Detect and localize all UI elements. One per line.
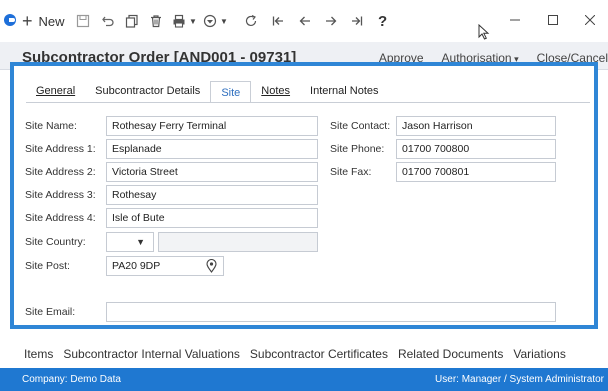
printer-icon <box>173 14 185 28</box>
nav-related-documents[interactable]: Related Documents <box>398 347 503 361</box>
nav-variations[interactable]: Variations <box>513 347 565 361</box>
chevron-down-icon: ▼ <box>220 16 228 26</box>
site-fax-label: Site Fax: <box>330 166 372 178</box>
new-button-label: New <box>38 13 65 29</box>
tab-internal-notes[interactable]: Internal Notes <box>300 80 388 102</box>
tab-divider <box>26 102 590 103</box>
tab-strip: General Subcontractor Details Site Notes… <box>26 80 389 103</box>
plus-icon: + <box>22 11 33 31</box>
tab-general-label: General <box>36 85 76 97</box>
site-address-3-field[interactable]: Rothesay <box>106 185 318 205</box>
site-phone-label: Site Phone: <box>330 143 385 155</box>
chevron-down-icon: ▼ <box>136 237 145 247</box>
site-email-field[interactable] <box>106 302 556 322</box>
email-menu-button[interactable]: ▼ <box>203 11 228 31</box>
refresh-icon[interactable] <box>244 11 258 31</box>
site-country-label: Site Country: <box>25 236 86 248</box>
site-panel: General Subcontractor Details Site Notes… <box>10 62 598 329</box>
site-contact-label: Site Contact: <box>330 120 391 132</box>
tab-site[interactable]: Site <box>210 81 252 103</box>
print-menu-button[interactable]: ▼ <box>172 11 197 31</box>
site-post-label: Site Post: <box>25 260 70 272</box>
site-address-3-label: Site Address 3: <box>25 189 96 201</box>
related-nav: Items Subcontractor Internal Valuations … <box>0 341 608 367</box>
tab-general[interactable]: General <box>26 80 85 102</box>
tab-site-label: Site <box>221 87 241 99</box>
site-post-value: PA20 9DP <box>112 260 161 272</box>
delete-icon[interactable] <box>149 11 163 31</box>
copy-icon[interactable] <box>125 11 139 31</box>
previous-record-icon[interactable] <box>298 11 312 31</box>
site-address-1-label: Site Address 1: <box>25 143 96 155</box>
site-address-4-label: Site Address 4: <box>25 212 96 224</box>
help-button[interactable]: ? <box>378 11 387 31</box>
map-pin-icon[interactable] <box>206 258 217 275</box>
site-contact-field[interactable]: Jason Harrison <box>396 116 556 136</box>
site-email-label: Site Email: <box>25 306 76 318</box>
tab-internal-notes-label: Internal Notes <box>310 85 379 97</box>
nav-certificates[interactable]: Subcontractor Certificates <box>250 347 388 361</box>
tab-subcontractor-details-label: Subcontractor Details <box>95 85 201 97</box>
tab-notes[interactable]: Notes <box>251 80 300 102</box>
close-icon <box>585 15 595 25</box>
user-status: User: Manager / System Administrator <box>435 374 604 385</box>
mouse-cursor-icon <box>478 22 490 42</box>
site-address-1-field[interactable]: Esplanade <box>106 139 318 159</box>
close-window-button[interactable] <box>579 10 601 30</box>
maximize-icon <box>548 15 558 25</box>
minimize-icon <box>510 19 520 21</box>
tab-notes-label: Notes <box>261 85 291 97</box>
site-phone-field[interactable]: 01700 700800 <box>396 139 556 159</box>
site-address-4-field[interactable]: Isle of Bute <box>106 208 318 228</box>
chevron-down-icon: ▼ <box>189 16 197 26</box>
site-country-name-field <box>158 232 318 252</box>
nav-internal-valuations[interactable]: Subcontractor Internal Valuations <box>63 347 240 361</box>
nav-items[interactable]: Items <box>24 347 53 361</box>
app-logo-icon <box>4 14 16 26</box>
undo-icon[interactable] <box>101 11 115 31</box>
save-icon[interactable] <box>76 11 90 31</box>
site-name-label: Site Name: <box>25 120 77 132</box>
status-bar: Company: Demo Data User: Manager / Syste… <box>0 368 608 391</box>
minimize-button[interactable] <box>504 10 526 30</box>
next-record-icon[interactable] <box>324 11 338 31</box>
site-country-select[interactable]: ▼ <box>106 232 154 252</box>
site-fax-field[interactable]: 01700 700801 <box>396 162 556 182</box>
first-record-icon[interactable] <box>271 11 285 31</box>
company-status: Company: Demo Data <box>22 374 121 385</box>
site-post-field[interactable]: PA20 9DP <box>106 256 224 276</box>
send-icon <box>203 14 217 28</box>
site-name-field[interactable]: Rothesay Ferry Terminal <box>106 116 318 136</box>
site-address-2-field[interactable]: Victoria Street <box>106 162 318 182</box>
toolbar: + New ▼ ▼ ? <box>0 0 608 42</box>
tab-subcontractor-details[interactable]: Subcontractor Details <box>85 80 210 102</box>
last-record-icon[interactable] <box>350 11 364 31</box>
maximize-button[interactable] <box>542 10 564 30</box>
site-address-2-label: Site Address 2: <box>25 166 96 178</box>
new-button[interactable]: + New <box>22 11 65 31</box>
